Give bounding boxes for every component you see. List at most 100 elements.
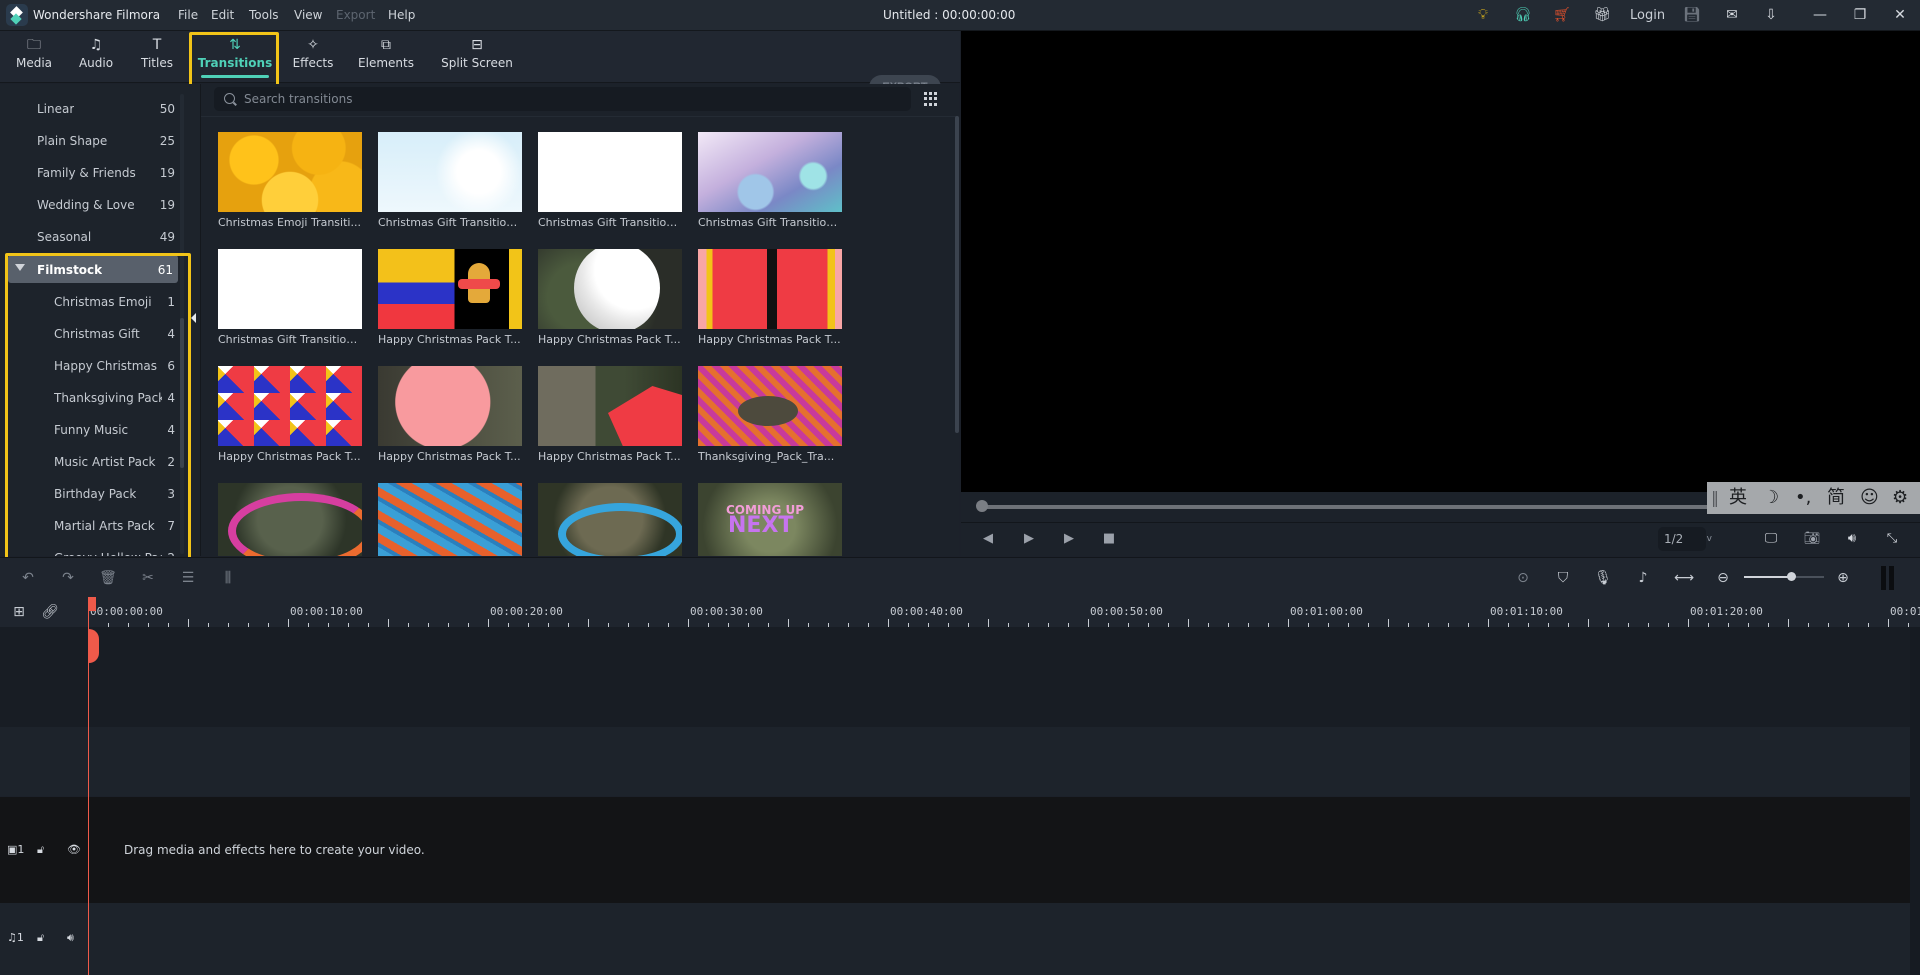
transition-thumbnail — [378, 249, 522, 329]
transition-item[interactable]: Happy Christmas Pack T... — [378, 366, 522, 463]
transition-item[interactable]: Happy Christmas Pack T... — [538, 249, 682, 346]
zoom-in-icon[interactable]: ⊕ — [1834, 569, 1852, 587]
ruler-label: 00:01:30:00 — [1890, 605, 1920, 618]
transition-thumbnail — [538, 366, 682, 446]
transition-item[interactable]: Happy Christmas Pack T... — [218, 366, 362, 463]
ruler-tick — [388, 619, 389, 627]
lock-icon[interactable]: 🔓︎ — [37, 931, 44, 945]
transition-item[interactable]: Christmas Gift Transition... — [698, 132, 842, 229]
audio-track-icon: ♫1 — [7, 931, 24, 944]
add-track-icon[interactable]: ⊞ — [10, 603, 28, 621]
zoom-out-icon[interactable]: ⊖ — [1714, 569, 1732, 587]
speaker-icon[interactable]: 🔊︎ — [67, 931, 74, 945]
playhead-marker[interactable] — [88, 629, 99, 663]
transition-thumbnail — [538, 249, 682, 329]
transition-item[interactable]: Christmas Gift Transition... — [538, 132, 682, 229]
ime-drag-handle[interactable]: ‖ — [1711, 486, 1719, 510]
transition-item[interactable]: Christmas Gift Transition... — [218, 249, 362, 346]
cut-icon[interactable]: ✂ — [139, 569, 157, 587]
transition-caption: Happy Christmas Pack T... — [378, 333, 521, 346]
display-settings-icon[interactable]: 🖵︎ — [1762, 530, 1780, 548]
ruler-tick — [1188, 619, 1189, 627]
transition-caption: Thanksgiving_Pack_Tra... — [698, 450, 835, 463]
timeline-overlay-track[interactable] — [0, 727, 1910, 796]
play-icon[interactable]: ▶ — [1060, 530, 1078, 548]
ime-language-toggle[interactable]: 英 — [1729, 486, 1747, 510]
ruler-tick — [1688, 619, 1689, 627]
headset-icon[interactable]: 🎧︎ — [1514, 6, 1532, 24]
fit-timeline-icon[interactable]: ⟷ — [1674, 569, 1694, 587]
transition-item[interactable] — [538, 483, 682, 556]
fullscreen-icon[interactable]: ⤡ — [1883, 530, 1901, 548]
render-preview-icon[interactable]: ⊙ — [1514, 569, 1532, 587]
ruler-tick — [188, 619, 189, 627]
timeline-scrollbar[interactable] — [1910, 627, 1920, 975]
ruler-tick — [988, 619, 989, 627]
transition-item[interactable]: Happy Christmas Pack T... — [378, 249, 522, 346]
gingerbread-arms — [458, 279, 500, 289]
ime-moon-icon[interactable]: ☽ — [1763, 486, 1779, 510]
ruler-label: 00:01:00:00 — [1290, 605, 1363, 618]
minimize-button[interactable]: — — [1811, 6, 1829, 24]
transition-item[interactable]: Happy Christmas Pack T... — [538, 366, 682, 463]
audio-waveform-icon[interactable]: ⫼ — [219, 569, 237, 587]
preview-progress-handle[interactable] — [976, 500, 988, 512]
previous-frame-icon[interactable]: ◀︎ — [979, 530, 997, 548]
pause-icon[interactable] — [1881, 566, 1895, 590]
redo-icon[interactable]: ↷ — [59, 569, 77, 587]
mail-icon[interactable]: ✉ — [1723, 6, 1741, 24]
ruler-tick — [888, 619, 889, 627]
delete-icon[interactable]: 🗑︎ — [99, 569, 117, 587]
transition-caption: Christmas Gift Transition... — [378, 216, 522, 229]
transition-item[interactable] — [378, 483, 522, 556]
timeline-ruler[interactable]: 00:00:00:00 00:00:10:00 00:00:20:00 00:00:3… — [88, 597, 1920, 627]
snapshot-icon[interactable]: 📷︎ — [1803, 530, 1821, 548]
playback-quality-select[interactable]: 1/2 v — [1658, 527, 1712, 551]
transition-item[interactable]: COMING UP NEXT — [698, 483, 842, 556]
stop-icon[interactable]: ■ — [1100, 530, 1118, 548]
transition-item[interactable]: Happy Christmas Pack T... — [698, 249, 842, 346]
audio-mixer-icon[interactable]: ♪ — [1634, 569, 1652, 587]
ime-simplified-toggle[interactable]: 简 — [1827, 486, 1845, 510]
restore-button[interactable]: ❐ — [1851, 6, 1869, 24]
ime-settings-icon[interactable]: ⚙ — [1892, 486, 1908, 510]
adjust-icon[interactable]: ☰ — [179, 569, 197, 587]
gift-icon[interactable]: 🎁︎ — [1593, 6, 1611, 24]
transition-caption: Happy Christmas Pack T... — [378, 450, 521, 463]
marker-icon[interactable]: ⛉ — [1554, 569, 1572, 587]
transition-caption: Christmas Gift Transition... — [538, 216, 682, 229]
transition-item[interactable]: Christmas Gift Transition... — [378, 132, 522, 229]
lock-icon[interactable]: 🔓︎ — [37, 843, 44, 857]
volume-icon[interactable]: 🔊︎ — [1843, 530, 1861, 548]
next-frame-icon[interactable]: ▶︎ — [1020, 530, 1038, 548]
ime-toolbar: ‖ 英 ☽ •, 简 ☺ ⚙ — [1707, 482, 1920, 514]
audio-track-1[interactable] — [0, 903, 1910, 975]
timeline-zoom-handle[interactable] — [1787, 572, 1796, 581]
ruler-tick — [488, 619, 489, 627]
lightbulb-icon[interactable]: 💡︎ — [1474, 6, 1492, 24]
ruler-tick — [788, 619, 789, 627]
transition-thumbnail — [538, 483, 682, 556]
transition-thumbnail — [218, 249, 362, 329]
ruler-label: 00:00:00:00 — [90, 605, 163, 618]
playhead-handle[interactable] — [88, 597, 96, 611]
transition-item[interactable]: Thanksgiving_Pack_Tra... — [698, 366, 842, 463]
cart-icon[interactable]: 🛒︎ — [1553, 6, 1571, 24]
ruler-tick — [1388, 619, 1389, 627]
ime-punctuation-icon[interactable]: •, — [1795, 486, 1811, 510]
timeline-zoom-fill — [1744, 576, 1792, 578]
timeline-toolbar — [0, 557, 1920, 597]
undo-icon[interactable]: ↶ — [19, 569, 37, 587]
eye-icon[interactable]: 👁︎ — [67, 843, 81, 857]
login-button[interactable]: Login — [1630, 8, 1665, 23]
microphone-icon[interactable]: 🎙︎ — [1594, 569, 1612, 587]
ruler-tick — [1288, 619, 1289, 627]
download-icon[interactable]: ⇩ — [1762, 6, 1780, 24]
ime-emoji-icon[interactable]: ☺ — [1860, 486, 1879, 510]
transition-item[interactable]: Christmas Emoji Transiti... — [218, 132, 362, 229]
transition-thumbnail — [378, 366, 522, 446]
transition-thumbnail: COMING UP NEXT — [698, 483, 842, 556]
close-button[interactable]: ✕ — [1891, 6, 1909, 24]
link-icon[interactable]: 🔗︎ — [41, 603, 59, 621]
transition-item[interactable] — [218, 483, 362, 556]
